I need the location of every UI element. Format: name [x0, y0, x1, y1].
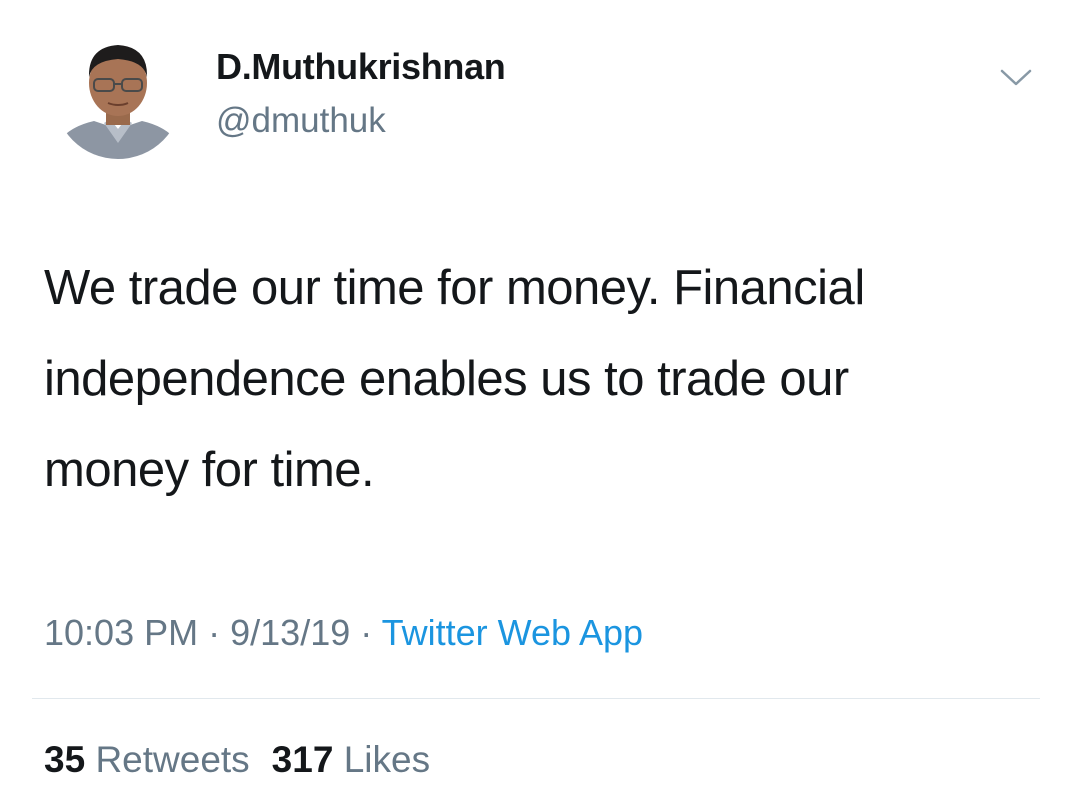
- tweet-date[interactable]: 9/13/19: [230, 612, 350, 653]
- likes-label: Likes: [343, 739, 431, 780]
- user-handle[interactable]: @dmuthuk: [216, 101, 386, 141]
- likes-stat[interactable]: 317 Likes: [272, 739, 430, 780]
- tweet-text-line: We trade our time for money. Financial: [44, 261, 865, 315]
- meta-separator: ·: [208, 612, 221, 653]
- tweet-source-link[interactable]: Twitter Web App: [382, 612, 643, 653]
- avatar[interactable]: [54, 31, 182, 159]
- avatar-photo: [54, 45, 182, 159]
- tweet-meta: 10:03 PM · 9/13/19 · Twitter Web App: [44, 612, 643, 654]
- meta-separator: ·: [360, 612, 373, 653]
- likes-count: 317: [271, 739, 334, 780]
- retweets-count: 35: [44, 739, 86, 780]
- chevron-down-icon[interactable]: [996, 62, 1036, 92]
- tweet-text-line: independence enables us to trade our: [44, 352, 849, 406]
- tweet-text-line: money for time.: [44, 443, 375, 497]
- display-name[interactable]: D.Muthukrishnan: [216, 46, 506, 88]
- tweet-time[interactable]: 10:03 PM: [44, 612, 198, 653]
- divider: [32, 698, 1040, 699]
- tweet-stats: 35 Retweets 317 Likes: [44, 739, 430, 781]
- retweets-stat[interactable]: 35 Retweets: [44, 739, 250, 780]
- retweets-label: Retweets: [95, 739, 250, 780]
- tweet-text: We trade our time for money. Financial i…: [44, 243, 1044, 516]
